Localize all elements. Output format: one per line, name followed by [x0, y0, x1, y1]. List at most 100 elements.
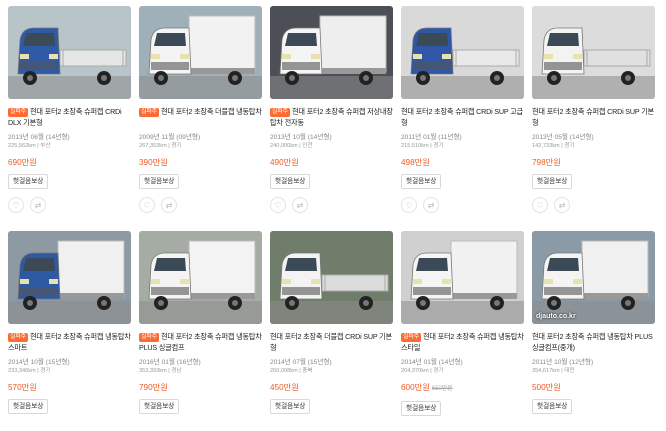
listing-mileage-region: 204,370km | 경기: [401, 368, 444, 374]
price-value: 498만원: [401, 158, 430, 167]
price-value: 690만원: [8, 158, 37, 167]
listing-price: 490만원: [270, 157, 393, 168]
listing-title[interactable]: 현대 포터2 초장축 슈퍼캡 냉동탑차 PLUS 싱글컴프(중개): [532, 331, 655, 353]
heart-icon[interactable]: ♡: [8, 197, 24, 213]
compensation-button[interactable]: 헛걸음보상: [139, 399, 180, 414]
compare-icon[interactable]: ⇄: [30, 197, 46, 213]
price-value: 570만원: [8, 383, 37, 392]
price-value: 798만원: [532, 158, 561, 167]
vehicle-photo[interactable]: [8, 231, 131, 324]
price-value: 500만원: [532, 383, 561, 392]
compare-icon[interactable]: ⇄: [554, 197, 570, 213]
listing-date: 2014년 07월 (15년형): [270, 359, 332, 366]
compensation-button[interactable]: 헛걸음보상: [8, 399, 49, 414]
compensation-button[interactable]: 헛걸음보상: [532, 399, 573, 414]
listing-mileage-region: 267,353km | 경기: [139, 143, 182, 149]
compensation-button[interactable]: 헛걸음보상: [270, 174, 311, 189]
action-icons: ♡ ⇄: [270, 197, 393, 213]
listing-price: 790만원: [139, 382, 262, 393]
listing-mileage-region: 233,346km | 경기: [8, 368, 51, 374]
listing-mileage-region: 240,000km | 인천: [270, 143, 313, 149]
listing-price: 390만원: [139, 157, 262, 168]
listing-title[interactable]: 실파주 현대 포터2 초장축 슈퍼캡 냉동탑차 PLUS 싱글컴프: [139, 331, 262, 353]
listing-card[interactable]: 현대 포터2 초장축 슈퍼캡 CRDi SUP 고급형 2011년 01월 (1…: [401, 6, 524, 218]
vehicle-photo[interactable]: [532, 6, 655, 99]
listing-title-text[interactable]: 현대 포터2 초장축 더블캡 CRDi SUP 기본형: [270, 332, 392, 352]
listing-date: 2016년 01월 (16년형): [139, 359, 201, 366]
listing-title-text[interactable]: 현대 포터2 초장축 슈퍼캡 CRDi SUP 기본형: [532, 107, 654, 127]
listing-card[interactable]: 현대 포터2 초장축 더블캡 CRDi SUP 기본형 2014년 07월 (1…: [270, 231, 393, 431]
listing-mileage-region: 353,393km | 경남: [139, 368, 182, 374]
listing-date: 2014년 01월 (14년형): [401, 359, 463, 366]
vehicle-photo[interactable]: [270, 6, 393, 99]
listing-title[interactable]: 실파주 현대 포터2 초장축 슈퍼캡 저상내장탑차 전자동: [270, 106, 393, 128]
listing-mileage-region: 260,008km | 충북: [270, 368, 313, 374]
listing-title[interactable]: 현대 포터2 초장축 슈퍼캡 CRDi SUP 기본형: [532, 106, 655, 128]
compensation-button[interactable]: 헛걸음보상: [401, 401, 442, 416]
compensation-button[interactable]: 헛걸음보상: [8, 174, 49, 189]
compare-icon[interactable]: ⇄: [161, 197, 177, 213]
listing-title[interactable]: 실파주 현대 포터2 초장축 더블캡 냉동탑차: [139, 106, 262, 128]
inspection-badge: 실파주: [139, 333, 159, 342]
inspection-badge: 실파주: [8, 333, 28, 342]
heart-icon[interactable]: ♡: [139, 197, 155, 213]
compensation-button[interactable]: 헛걸음보상: [401, 174, 442, 189]
inspection-badge: 실파주: [139, 108, 159, 117]
listing-card[interactable]: 현대 포터2 초장축 슈퍼캡 CRDi SUP 기본형 2013년 05월 (1…: [532, 6, 655, 218]
listing-title-text[interactable]: 현대 포터2 초장축 슈퍼캡 냉동탑차 PLUS 싱글컴프(중개): [532, 332, 653, 352]
photo-watermark: djauto.co.kr: [536, 313, 576, 320]
old-price: 650만원: [431, 386, 453, 392]
heart-icon[interactable]: ♡: [270, 197, 286, 213]
listing-grid: 실파주 현대 포터2 초장축 슈퍼캡 CRDi DLX 기본형 2013년 06월…: [8, 6, 655, 431]
listing-price: 500만원: [532, 382, 655, 393]
listing-mileage-region: 225,562km | 부산: [8, 143, 51, 149]
vehicle-photo[interactable]: [8, 6, 131, 99]
listing-price: 798만원: [532, 157, 655, 168]
listing-title[interactable]: 실파주 현대 포터2 초장축 슈퍼캡 CRDi DLX 기본형: [8, 106, 131, 128]
listing-card[interactable]: 실파주 현대 포터2 초장축 슈퍼캡 냉동탑차 스타일 2014년 01월 (14…: [401, 231, 524, 431]
listing-card[interactable]: 실파주 현대 포터2 초장축 더블캡 냉동탑차 2009년 11월 (09년형) …: [139, 6, 262, 218]
listing-title[interactable]: 실파주 현대 포터2 초장축 슈퍼캡 냉동탑차 스타일: [401, 331, 524, 353]
listing-date: 2014년 10월 (15년형): [8, 359, 70, 366]
listing-card[interactable]: djauto.co.kr 현대 포터2 초장축 슈퍼캡 냉동탑차 PLUS 싱글…: [532, 231, 655, 431]
inspection-badge: 실파주: [8, 108, 28, 117]
heart-icon[interactable]: ♡: [532, 197, 548, 213]
compare-icon[interactable]: ⇄: [292, 197, 308, 213]
listing-card[interactable]: 실파주 현대 포터2 초장축 슈퍼캡 저상내장탑차 전자동 2013년 10월 (…: [270, 6, 393, 218]
vehicle-photo[interactable]: [139, 6, 262, 99]
inspection-badge: 실파주: [401, 333, 421, 342]
listing-mileage-region: 142,733km | 경기: [532, 143, 575, 149]
compensation-button[interactable]: 헛걸음보상: [532, 174, 573, 189]
listing-card[interactable]: 실파주 현대 포터2 초장축 슈퍼캡 냉동탑차 스마트 2014년 10월 (15…: [8, 231, 131, 431]
listing-title[interactable]: 현대 포터2 초장축 슈퍼캡 CRDi SUP 고급형: [401, 106, 524, 128]
vehicle-photo[interactable]: [270, 231, 393, 324]
listing-price: 690만원: [8, 157, 131, 168]
listing-price: 450만원: [270, 382, 393, 393]
listing-title[interactable]: 현대 포터2 초장축 더블캡 CRDi SUP 기본형: [270, 331, 393, 353]
price-value: 790만원: [139, 383, 168, 392]
compare-icon[interactable]: ⇄: [423, 197, 439, 213]
listing-title[interactable]: 실파주 현대 포터2 초장축 슈퍼캡 냉동탑차 스마트: [8, 331, 131, 353]
vehicle-photo[interactable]: djauto.co.kr: [532, 231, 655, 324]
listing-price: 498만원: [401, 157, 524, 168]
listing-title-text[interactable]: 현대 포터2 초장축 더블캡 냉동탑차: [161, 107, 262, 116]
listing-date: 2011년 10월 (12년형): [532, 359, 594, 366]
compensation-button[interactable]: 헛걸음보상: [139, 174, 180, 189]
listing-card[interactable]: 실파주 현대 포터2 초장축 슈퍼캡 CRDi DLX 기본형 2013년 06월…: [8, 6, 131, 218]
listing-card[interactable]: 실파주 현대 포터2 초장축 슈퍼캡 냉동탑차 PLUS 싱글컴프 2016년 0…: [139, 231, 262, 431]
vehicle-photo[interactable]: [401, 231, 524, 324]
listing-title-text[interactable]: 현대 포터2 초장축 슈퍼캡 CRDi SUP 고급형: [401, 107, 523, 127]
vehicle-photo[interactable]: [401, 6, 524, 99]
compensation-button[interactable]: 헛걸음보상: [270, 399, 311, 414]
listing-date: 2011년 01월 (11년형): [401, 134, 462, 141]
listing-date: 2009년 11월 (09년형): [139, 134, 201, 141]
action-icons: ♡ ⇄: [401, 197, 524, 213]
action-icons: ♡ ⇄: [139, 197, 262, 213]
listing-date: 2013년 06월 (14년형): [8, 134, 70, 141]
action-icons: ♡ ⇄: [532, 197, 655, 213]
price-value: 390만원: [139, 158, 168, 167]
vehicle-photo[interactable]: [139, 231, 262, 324]
action-icons: ♡ ⇄: [8, 197, 131, 213]
listing-mileage-region: 354,617km | 대전: [532, 368, 575, 374]
heart-icon[interactable]: ♡: [401, 197, 417, 213]
